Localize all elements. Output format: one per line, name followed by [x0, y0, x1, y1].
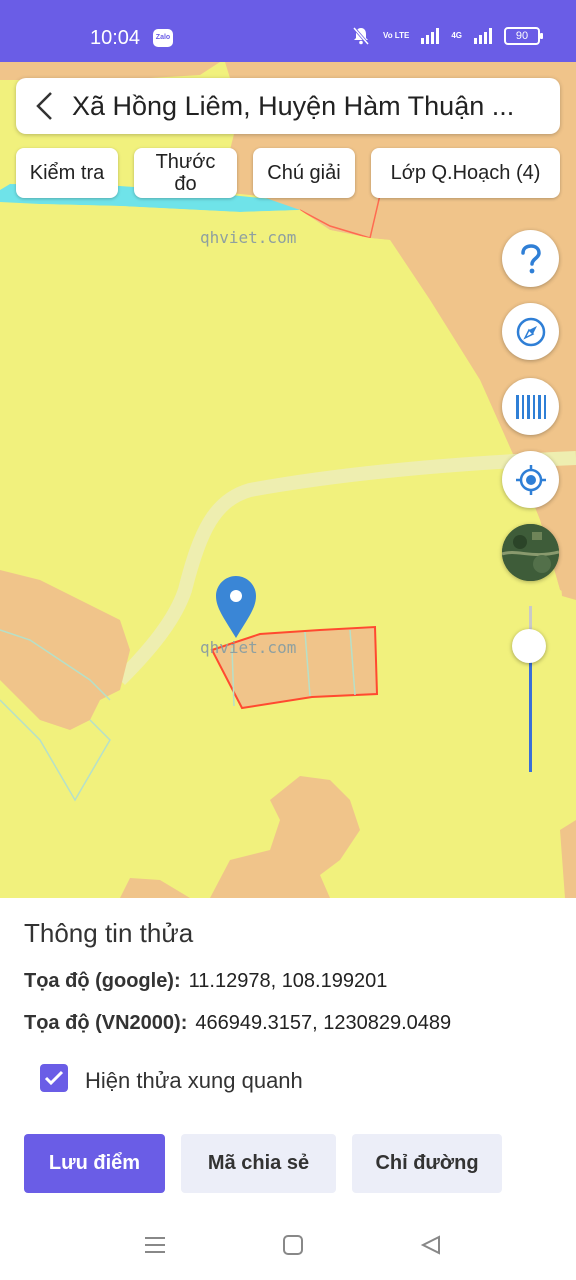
status-bar: 10:04 Zalo Vo LTE 4G 90 [0, 0, 576, 62]
panel-title: Thông tin thửa [24, 918, 194, 948]
checkmark-icon [44, 1070, 64, 1086]
zalo-notification-icon: Zalo [153, 29, 173, 47]
watermark-top: qhviet.com [200, 228, 297, 247]
save-point-button[interactable]: Lưu điểm [24, 1134, 165, 1193]
chevron-left-icon [36, 92, 52, 120]
signal-bars-2-icon [474, 28, 492, 44]
back-button[interactable] [16, 78, 72, 134]
share-code-button[interactable]: Mã chia sẻ [181, 1134, 336, 1193]
measure-button[interactable]: Thước đo [134, 148, 237, 198]
battery-icon: 90 [504, 27, 543, 45]
question-icon [520, 243, 541, 273]
vn2000-coordinates-value: 466949.3157, 1230829.0489 [195, 1012, 452, 1034]
back-nav-button[interactable] [418, 1232, 444, 1258]
planning-layers-button[interactable]: Lớp Q.Hoạch (4) [371, 148, 560, 198]
menu-icon [145, 1237, 165, 1253]
legend-button[interactable]: Chú giải [253, 148, 355, 198]
show-neighbors-checkbox[interactable] [40, 1064, 68, 1092]
crosshair-icon [515, 464, 546, 495]
location-title: Xã Hồng Liêm, Huyện Hàm Thuận ... [72, 90, 515, 121]
compass-icon [516, 317, 545, 346]
volte-indicator: Vo LTE [382, 31, 410, 40]
mute-bell-icon [352, 27, 370, 45]
check-button[interactable]: Kiểm tra [16, 148, 118, 198]
barcode-button[interactable] [502, 378, 559, 435]
network-type: 4G [451, 31, 462, 40]
satellite-thumbnail [502, 524, 559, 581]
home-nav-button[interactable] [280, 1232, 306, 1258]
menu-nav-button[interactable] [142, 1232, 168, 1258]
back-triangle-icon [420, 1235, 440, 1255]
satellite-layer-button[interactable] [502, 524, 559, 581]
watermark-center: qhviet.com [200, 638, 297, 657]
zoom-slider-fill [529, 646, 532, 772]
show-neighbors-label[interactable]: Hiện thửa xung quanh [85, 1068, 303, 1094]
vn2000-coordinates-label: Tọa độ (VN2000): [24, 1012, 188, 1034]
status-icons: Vo LTE 4G 90 [351, 26, 543, 46]
zoom-slider-handle[interactable] [512, 629, 546, 663]
barcode-icon [515, 394, 546, 419]
compass-button[interactable] [502, 303, 559, 360]
locate-me-button[interactable] [502, 451, 559, 508]
signal-bars-icon [421, 28, 440, 44]
location-title-bar[interactable]: Xã Hồng Liêm, Huyện Hàm Thuận ... [16, 78, 560, 134]
status-time: 10:04 [90, 27, 141, 49]
help-button[interactable] [502, 230, 559, 287]
google-coordinates-value: 11.12978, 108.199201 [188, 970, 388, 992]
google-coordinates-label: Tọa độ (google): [24, 970, 181, 992]
vn2000-coordinates-row: Tọa độ (VN2000): 466949.3157, 1230829.048… [24, 1012, 451, 1035]
home-square-icon [283, 1235, 303, 1255]
directions-button[interactable]: Chỉ đường [352, 1134, 502, 1193]
google-coordinates-row: Tọa độ (google): 11.12978, 108.199201 [24, 970, 387, 993]
system-nav-bar [0, 1210, 576, 1280]
